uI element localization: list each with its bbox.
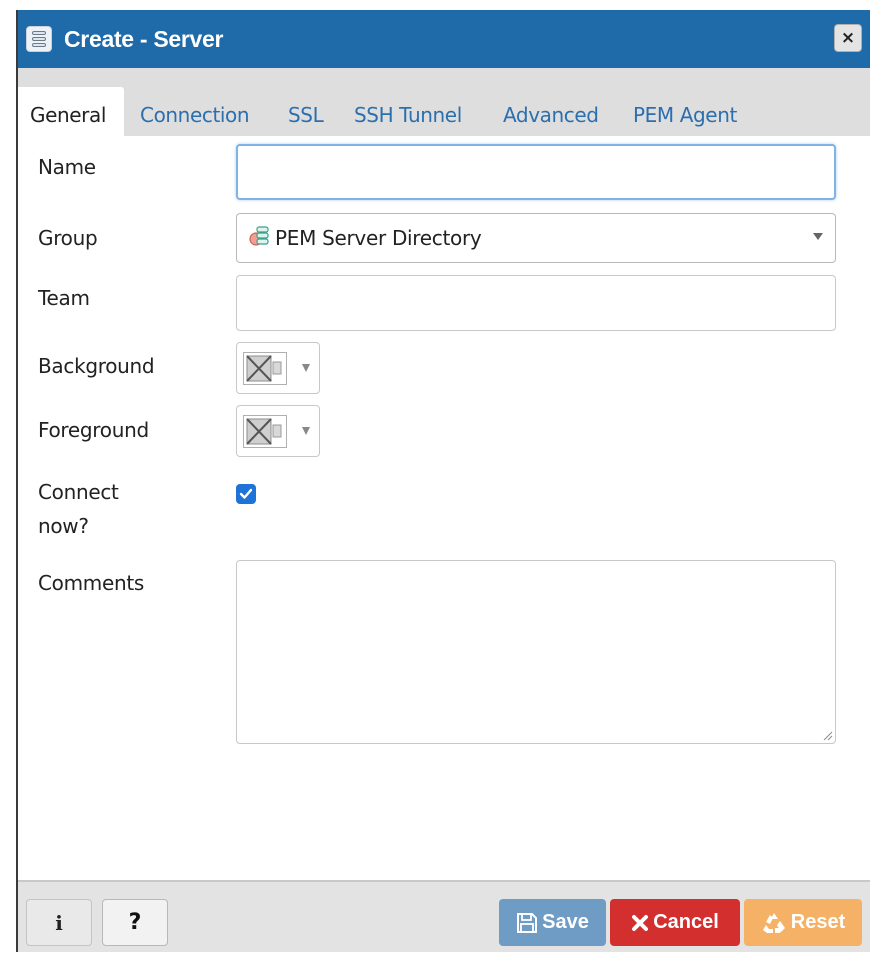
recycle-icon bbox=[762, 912, 785, 933]
comments-label: Comments bbox=[38, 571, 145, 595]
save-button-label: Save bbox=[542, 911, 589, 933]
dialog-title: Create - Server bbox=[64, 25, 224, 52]
connect-now-checkbox[interactable] bbox=[236, 484, 256, 504]
checkmark-icon bbox=[239, 488, 253, 499]
background-label: Background bbox=[38, 354, 155, 378]
foreground-label: Foreground bbox=[38, 418, 149, 442]
tab-bar: General Connection SSL SSH Tunnel Advanc… bbox=[18, 68, 870, 136]
no-color-swatch-icon bbox=[243, 415, 287, 448]
floppy-disk-icon bbox=[517, 912, 538, 933]
server-icon bbox=[26, 26, 52, 52]
tab-ssl[interactable]: SSL bbox=[288, 87, 324, 136]
group-label: Group bbox=[38, 226, 98, 250]
tab-connection[interactable]: Connection bbox=[140, 87, 250, 136]
chevron-down-icon bbox=[302, 427, 310, 435]
tab-ssh-tunnel[interactable]: SSH Tunnel bbox=[354, 87, 462, 136]
chevron-down-icon bbox=[813, 233, 823, 240]
help-button[interactable]: ? bbox=[102, 899, 168, 946]
cancel-button[interactable]: Cancel bbox=[610, 899, 740, 946]
connect-now-label-line2: now? bbox=[38, 514, 89, 538]
title-bar[interactable]: Create - Server × bbox=[18, 10, 870, 68]
tab-general[interactable]: General bbox=[18, 87, 124, 136]
resize-grip-icon[interactable] bbox=[821, 729, 833, 741]
cancel-button-label: Cancel bbox=[653, 911, 719, 933]
close-button[interactable]: × bbox=[834, 24, 862, 52]
reset-button[interactable]: Reset bbox=[744, 899, 862, 946]
group-select-value: PEM Server Directory bbox=[275, 226, 482, 250]
chevron-down-icon bbox=[302, 364, 310, 372]
no-color-swatch-icon bbox=[243, 352, 287, 385]
dialog-footer: i ? Save Cancel Reset bbox=[18, 880, 870, 952]
foreground-color-picker[interactable] bbox=[236, 405, 320, 457]
info-button[interactable]: i bbox=[26, 899, 92, 946]
name-input[interactable] bbox=[236, 144, 836, 200]
team-input[interactable] bbox=[236, 275, 836, 331]
create-server-dialog: Create - Server × General Connection SSL… bbox=[16, 10, 870, 952]
tab-pem-agent[interactable]: PEM Agent bbox=[633, 87, 737, 136]
team-label: Team bbox=[38, 286, 90, 310]
background-color-picker[interactable] bbox=[236, 342, 320, 394]
tab-advanced[interactable]: Advanced bbox=[503, 87, 599, 136]
group-select[interactable]: PEM Server Directory bbox=[236, 213, 836, 263]
close-icon bbox=[632, 914, 649, 931]
connect-now-label-line1: Connect bbox=[38, 480, 119, 504]
reset-button-label: Reset bbox=[790, 911, 846, 933]
comments-textarea[interactable] bbox=[236, 560, 836, 744]
server-group-icon bbox=[249, 224, 271, 252]
save-button[interactable]: Save bbox=[499, 899, 606, 946]
name-label: Name bbox=[38, 155, 96, 179]
